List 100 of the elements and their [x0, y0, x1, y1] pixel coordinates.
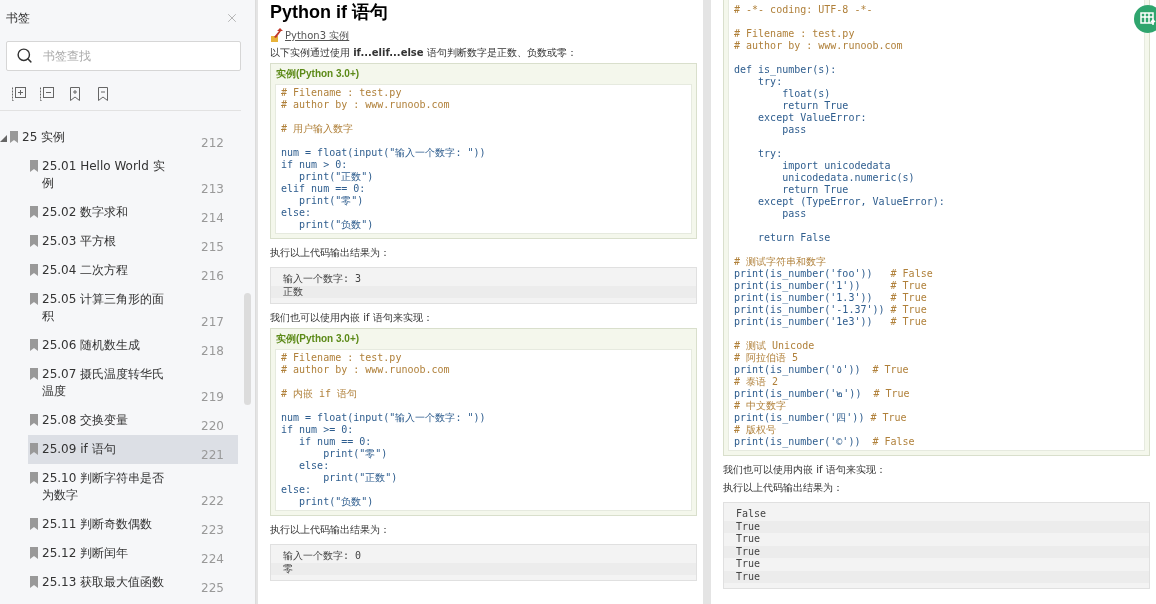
bookmark-label: 25.05 计算三角形的面积 — [42, 291, 166, 325]
code-line: # Filename : test.py — [281, 352, 403, 364]
bookmark-icon — [30, 414, 38, 426]
page-number: 221 — [201, 447, 224, 464]
bookmark-item[interactable]: 25.01 Hello World 实例 213 — [28, 152, 238, 198]
code-line: return False — [757, 232, 832, 244]
code-line: print("正数") — [322, 472, 399, 484]
bookmark-icon — [30, 293, 38, 305]
arrow-icon — [270, 28, 284, 43]
paragraph: 我们也可以使用内嵌 if 语句来实现： — [723, 463, 887, 476]
bookmark-icon — [30, 472, 38, 484]
page-number: 213 — [201, 181, 224, 198]
bookmark-item[interactable]: 25.09 if 语句 221 — [28, 435, 238, 464]
code-line: elif num == 0: — [281, 183, 367, 195]
paragraph: 执行以上代码输出结果为： — [270, 246, 391, 259]
code-line: # 测试字符串和数字 — [734, 256, 828, 268]
code-line: num = float(input("输入一个数字: ")) — [281, 147, 487, 159]
bookmark-label: 25.03 平方根 — [42, 233, 118, 250]
code-line: def is_number(s): — [734, 64, 838, 76]
bookmark-item[interactable]: 25.12 判断闰年 224 — [28, 539, 238, 568]
code-line: print("正数") — [298, 171, 375, 183]
output-line: True — [735, 558, 762, 571]
bookmark-icon — [30, 368, 38, 380]
code-line: # author by : www.runoob.com — [281, 99, 451, 111]
code-line: # author by : www.runoob.com — [281, 364, 451, 376]
bookmark-item[interactable]: 25.04 二次方程 216 — [28, 256, 238, 285]
code-line: # Filename : test.py — [281, 87, 403, 99]
bookmark-icon — [30, 547, 38, 559]
code-line: # -*- coding: UTF-8 -*- — [734, 4, 874, 16]
code-line: else: — [281, 484, 313, 496]
page-number: 224 — [201, 551, 224, 568]
bookmark-item[interactable]: 25.02 数字求和 214 — [28, 198, 238, 227]
bookmark-item[interactable]: 25 实例 212 — [0, 123, 238, 152]
code-line: if num >= 0: — [281, 424, 355, 436]
add-bookmark-button[interactable] — [67, 86, 83, 102]
output-line: True — [735, 533, 762, 546]
page-number: 222 — [201, 493, 224, 510]
page-number: 218 — [201, 343, 224, 360]
page-number: 215 — [201, 239, 224, 256]
bookmark-item[interactable]: 25.06 随机数生成 218 — [28, 331, 238, 360]
bookmark-label: 25.10 判断字符串是否为数字 — [42, 470, 166, 504]
bookmark-item[interactable]: 25.13 获取最大值函数 225 — [28, 568, 238, 597]
code-line: import unicodedata — [781, 160, 892, 172]
code-line: print(is_number('1.3')) # True — [734, 292, 928, 304]
bookmark-icon — [30, 339, 38, 351]
bookmark-item[interactable]: 25.10 判断字符串是否为数字 222 — [28, 464, 238, 510]
remove-bookmark-button[interactable] — [95, 86, 111, 102]
bookmark-label: 25 实例 — [22, 129, 67, 146]
expand-icon[interactable] — [0, 135, 7, 142]
bookmark-item[interactable]: 25.11 判断奇数偶数 223 — [28, 510, 238, 539]
code-line: print(is_number('1e3')) # True — [734, 316, 928, 328]
page-heading: Python if 语句 — [270, 1, 389, 23]
page-number: 220 — [201, 418, 224, 435]
code-line: # 内嵌 if 语句 — [281, 388, 359, 400]
code-line: pass — [781, 208, 808, 220]
expand-all-button[interactable] — [11, 86, 27, 102]
bookmark-label: 25.13 获取最大值函数 — [42, 574, 166, 591]
code-line: print(is_number('©')) # False — [734, 436, 916, 448]
bookmark-icon — [30, 206, 38, 218]
code-line: return True — [781, 184, 850, 196]
code-line: print(is_number('๒')) # True — [734, 388, 911, 400]
example-header: 实例(Python 3.0+) — [275, 67, 361, 81]
bookmark-label: 25.08 交换变量 — [42, 412, 130, 429]
bookmark-label: 25.12 判断闰年 — [42, 545, 130, 562]
paragraph: 执行以上代码输出结果为： — [270, 523, 391, 536]
code-line: print(is_number('四')) # True — [734, 412, 908, 424]
sidebar-title: 书签 — [6, 9, 30, 27]
code-line: return True — [781, 100, 850, 112]
output-line: 输入一个数字: 0 — [282, 550, 363, 563]
code-line: print("零") — [298, 195, 365, 207]
bookmark-item[interactable]: 25.05 计算三角形的面积 217 — [28, 285, 238, 331]
code-line: pass — [781, 124, 808, 136]
table-icon — [1140, 12, 1156, 26]
example-header: 实例(Python 3.0+) — [275, 332, 361, 346]
bookmark-item[interactable]: 25.07 摄氏温度转华氏温度 219 — [28, 360, 238, 406]
search-field[interactable]: 书签查找 — [6, 41, 241, 71]
code-line: # 阿拉伯语 5 — [734, 352, 800, 364]
code-line: # author by : www.runoob.com — [734, 40, 904, 52]
page-number: 214 — [201, 210, 224, 227]
example-link[interactable]: Python3 实例 — [285, 29, 350, 43]
code-line: # 版权号 — [734, 424, 778, 436]
code-line: except (TypeError, ValueError): — [757, 196, 946, 208]
scrollbar-thumb[interactable] — [244, 293, 251, 405]
output-line: 输入一个数字: 3 — [282, 273, 363, 286]
code-line: unicodedata.numeric(s) — [781, 172, 916, 184]
page-number: 217 — [201, 314, 224, 331]
bookmark-icon — [10, 131, 18, 143]
code-line: print(is_number('-1.37')) # True — [734, 304, 928, 316]
collapse-all-button[interactable] — [39, 86, 55, 102]
bookmark-item[interactable]: 25.08 交换变量 220 — [28, 406, 238, 435]
code-line: # Filename : test.py — [734, 28, 856, 40]
bookmark-item[interactable]: 25.03 平方根 215 — [28, 227, 238, 256]
paragraph: 我们也可以使用内嵌 if 语句来实现： — [270, 311, 434, 324]
page-number: 212 — [201, 135, 224, 152]
code-line: print(is_number('foo')) # False — [734, 268, 934, 280]
bookmark-label: 25.02 数字求和 — [42, 204, 130, 221]
bookmark-label: 25.06 随机数生成 — [42, 337, 142, 354]
bookmark-icon — [30, 576, 38, 588]
code-line: else: — [298, 460, 331, 472]
bookmark-label: 25.01 Hello World 实例 — [42, 158, 166, 192]
